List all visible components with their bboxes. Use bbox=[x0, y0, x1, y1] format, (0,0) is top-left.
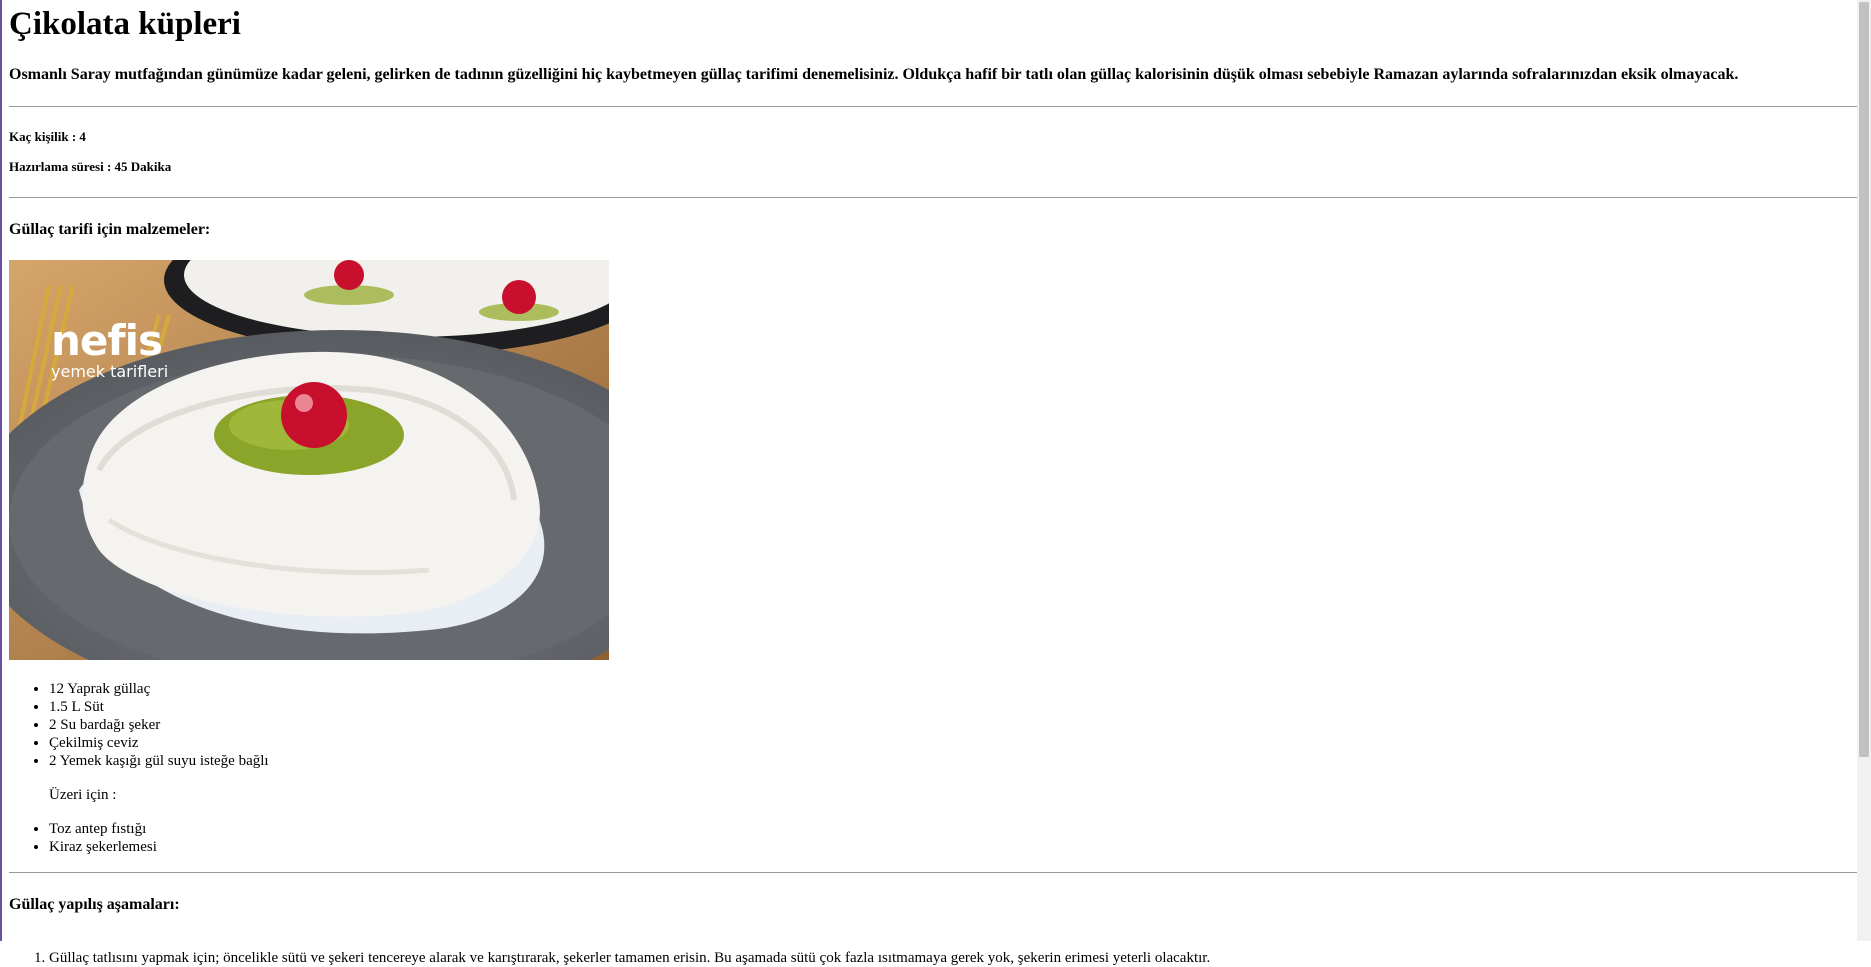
list-item: 2 Yemek kaşığı gül suyu isteğe bağlı bbox=[49, 752, 1857, 770]
window-left-edge bbox=[0, 0, 2, 941]
steps-heading: Güllaç yapılış aşamaları: bbox=[9, 896, 180, 913]
topping-label: Üzeri için : bbox=[49, 787, 117, 803]
gullac-dessert-photo: nefis yemek tarifleri bbox=[9, 260, 609, 660]
divider bbox=[9, 197, 1857, 198]
vertical-scrollbar[interactable] bbox=[1857, 0, 1871, 941]
ingredients-heading: Güllaç tarifi için malzemeler: bbox=[9, 221, 211, 238]
list-item: 12 Yaprak güllaç bbox=[49, 680, 1857, 698]
watermark-brand: nefis bbox=[51, 316, 163, 365]
list-item: 2 Su bardağı şeker bbox=[49, 716, 1857, 734]
servings: Kaç kişilik : 4 bbox=[9, 129, 86, 144]
list-item: Kiraz şekerlemesi bbox=[49, 838, 1857, 856]
divider bbox=[9, 106, 1857, 107]
recipe-intro: Osmanlı Saray mutfağından günümüze kadar… bbox=[9, 66, 1739, 83]
prep-time: Hazırlama süresi : 45 Dakika bbox=[9, 159, 172, 174]
list-item: Çekilmiş ceviz bbox=[49, 734, 1857, 752]
nefis-watermark: nefis yemek tarifleri bbox=[51, 320, 168, 380]
page-title: Çikolata küpleri bbox=[9, 6, 241, 42]
divider bbox=[9, 872, 1857, 873]
list-item: Toz antep fıstığı bbox=[49, 820, 1857, 838]
toppings-list: Toz antep fıstığı Kiraz şekerlemesi bbox=[9, 820, 1857, 856]
step-item: Güllaç tatlısını yapmak için; öncelikle … bbox=[49, 949, 1857, 967]
scrollbar-thumb[interactable] bbox=[1859, 2, 1869, 757]
recipe-page: Çikolata küpleri Osmanlı Saray mutfağınd… bbox=[9, 0, 1857, 967]
list-item: 1.5 L Süt bbox=[49, 698, 1857, 716]
steps-list: Güllaç tatlısını yapmak için; öncelikle … bbox=[9, 949, 1857, 967]
watermark-subtitle: yemek tarifleri bbox=[51, 362, 169, 381]
ingredients-list: 12 Yaprak güllaç 1.5 L Süt 2 Su bardağı … bbox=[9, 680, 1857, 770]
